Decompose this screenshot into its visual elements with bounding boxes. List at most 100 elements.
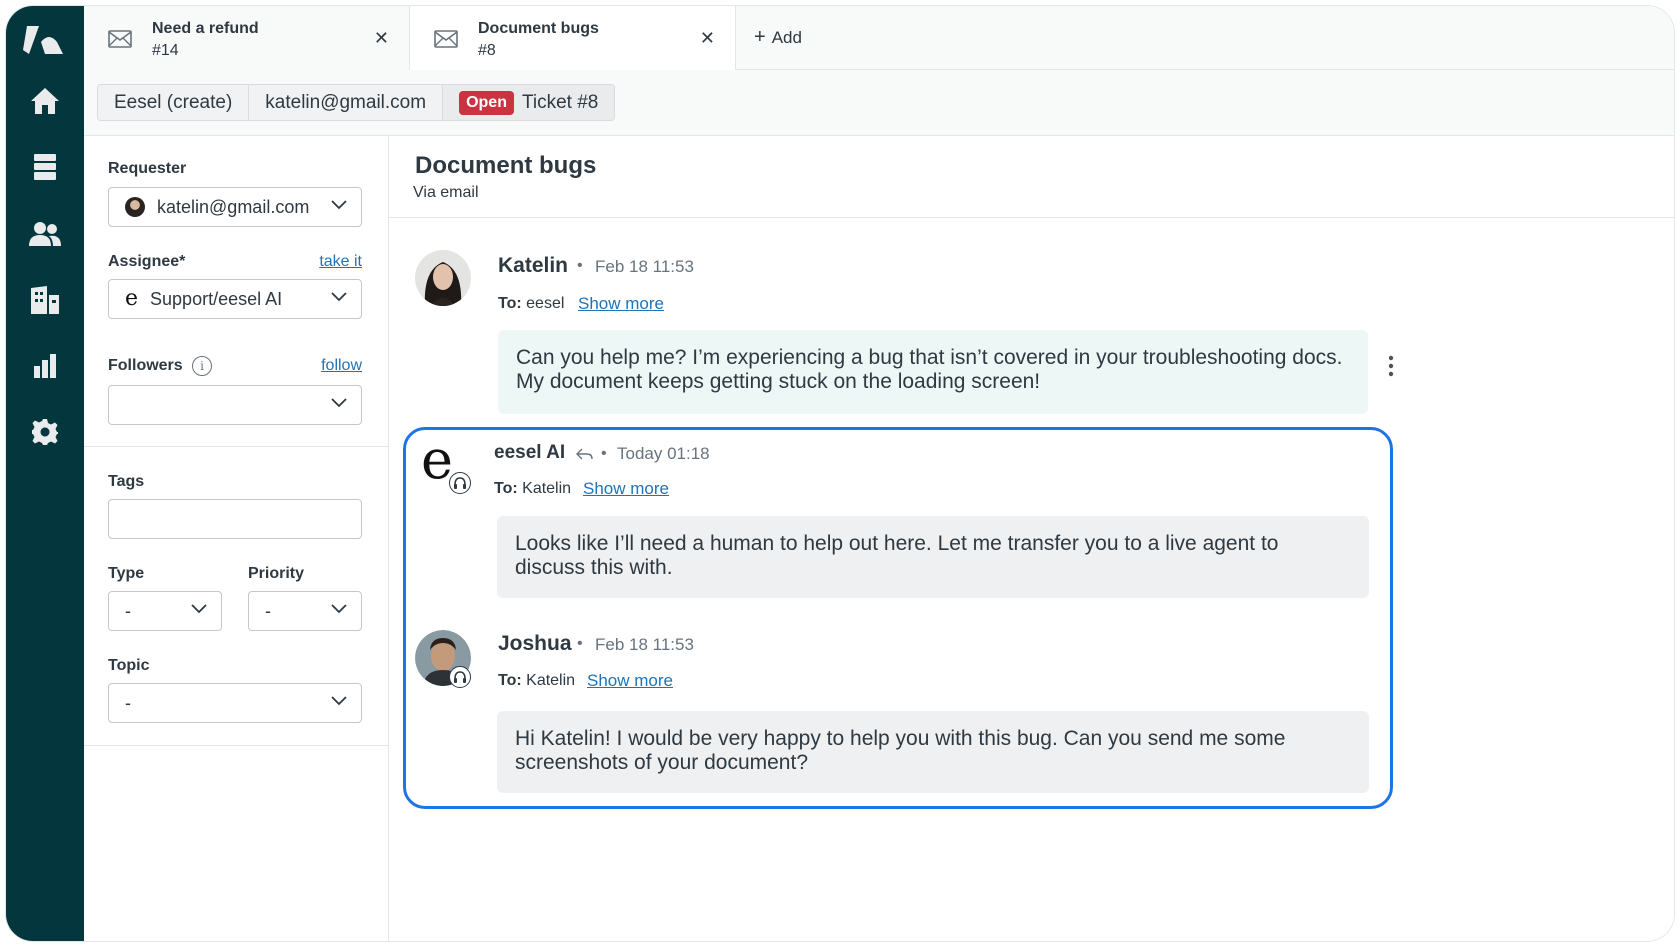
type-label: Type <box>108 565 145 582</box>
take-it-link[interactable]: take it <box>319 253 362 271</box>
nav-organizations[interactable] <box>6 280 84 320</box>
message-author: Katelin <box>498 254 569 277</box>
nav-settings[interactable] <box>6 412 84 452</box>
show-more-link[interactable]: Show more <box>587 671 673 691</box>
tab-number: #14 <box>152 42 179 59</box>
tab-bar: Need a refund #14 ✕ Document bugs #8 ✕ +… <box>84 6 1674 71</box>
topic-select[interactable]: - <box>108 683 362 723</box>
type-value: - <box>125 600 131 621</box>
chevron-down-icon <box>331 696 347 706</box>
add-tab-label: Add <box>771 28 802 47</box>
requester-value: katelin@gmail.com <box>157 196 310 217</box>
tab-number: #8 <box>478 42 496 59</box>
assignee-value: Support/eesel AI <box>150 288 283 309</box>
priority-label: Priority <box>248 565 305 582</box>
kebab-icon[interactable] <box>1388 355 1394 377</box>
assignee-label: Assignee* <box>108 253 186 270</box>
ticket-subject: Document bugs <box>415 152 597 179</box>
breadcrumb: Eesel (create) katelin@gmail.com Open Ti… <box>97 84 616 121</box>
mail-icon <box>434 30 458 48</box>
topic-label: Topic <box>108 657 150 674</box>
assignee-select[interactable]: e Support/eesel AI <box>108 279 362 319</box>
priority-value: - <box>265 600 271 621</box>
logo-icon[interactable] <box>23 26 63 58</box>
nav-rail <box>6 6 84 941</box>
type-select[interactable]: - <box>108 591 222 631</box>
recipient-name: Katelin <box>522 480 572 497</box>
message-body: Looks like I’ll need a human to help out… <box>497 516 1369 598</box>
priority-select[interactable]: - <box>248 591 362 631</box>
avatar[interactable] <box>415 250 471 306</box>
message-recipient: To: Katelin <box>494 480 571 498</box>
chevron-down-icon <box>331 292 347 302</box>
reporting-icon <box>34 354 56 378</box>
message-time: Feb 18 11:53 <box>595 635 694 654</box>
breadcrumb-requester[interactable]: katelin@gmail.com <box>249 85 444 120</box>
tags-label: Tags <box>108 473 145 490</box>
close-icon[interactable]: ✕ <box>700 28 715 49</box>
divider <box>389 217 1674 218</box>
recipient-name: Katelin <box>526 672 576 689</box>
show-more-link[interactable]: Show more <box>578 294 664 314</box>
topic-value: - <box>125 692 131 713</box>
breadcrumb-ticket[interactable]: Open Ticket #8 <box>443 85 615 120</box>
separator-dot: • <box>577 635 583 652</box>
avatar <box>125 197 145 217</box>
ticket-channel: Via email <box>413 184 479 201</box>
to-label: To: <box>494 480 518 497</box>
follow-link[interactable]: follow <box>321 357 362 375</box>
app-window: Need a refund #14 ✕ Document bugs #8 ✕ +… <box>5 5 1675 942</box>
message-recipient: To: Katelin <box>498 672 575 690</box>
nav-views[interactable] <box>6 147 84 187</box>
headset-icon <box>449 666 471 688</box>
close-icon[interactable]: ✕ <box>374 28 389 49</box>
add-tab-button[interactable]: + Add <box>754 26 802 49</box>
breadcrumb-org[interactable]: Eesel (create) <box>98 85 250 120</box>
chevron-down-icon <box>331 200 347 210</box>
show-more-link[interactable]: Show more <box>583 479 669 499</box>
ticket-properties-panel: Requester katelin@gmail.com Assignee* ta… <box>84 136 389 941</box>
settings-icon <box>32 419 58 445</box>
message-author: eesel AI <box>494 442 566 463</box>
avatar[interactable] <box>415 630 471 688</box>
tags-input[interactable] <box>108 499 362 539</box>
tab-ticket-8[interactable]: Document bugs #8 ✕ <box>410 6 736 71</box>
avatar[interactable]: e <box>419 428 475 496</box>
plus-icon: + <box>754 26 766 48</box>
organizations-icon <box>31 286 59 314</box>
breadcrumb-ticket-label: Ticket #8 <box>521 91 599 113</box>
message-time: Today 01:18 <box>617 444 710 463</box>
status-badge: Open <box>459 90 514 115</box>
info-icon[interactable]: i <box>192 356 212 376</box>
views-icon <box>34 154 56 180</box>
requester-label: Requester <box>108 160 187 177</box>
followers-label: Followers <box>108 357 183 374</box>
divider <box>84 446 389 447</box>
chevron-down-icon <box>191 604 207 614</box>
headset-icon <box>449 472 471 494</box>
followers-select[interactable] <box>108 385 362 425</box>
chevron-down-icon <box>331 398 347 408</box>
divider <box>84 745 389 746</box>
tab-ticket-14[interactable]: Need a refund #14 ✕ <box>84 6 410 70</box>
nav-reporting[interactable] <box>6 346 84 386</box>
separator-dot: • <box>577 257 583 274</box>
message-recipient: To: eesel <box>498 295 564 313</box>
nav-home[interactable] <box>6 81 84 121</box>
conversation-panel: Document bugs Via email Katelin • Feb 18… <box>389 136 1674 941</box>
to-label: To: <box>498 672 522 689</box>
mail-icon <box>108 30 132 48</box>
recipient-name: eesel <box>526 295 565 312</box>
message-time: Feb 18 11:53 <box>595 257 694 276</box>
tab-title: Need a refund <box>152 20 259 37</box>
reply-icon <box>576 448 593 460</box>
requester-select[interactable]: katelin@gmail.com <box>108 187 362 227</box>
nav-customers[interactable] <box>6 214 84 254</box>
breadcrumb-bar: Eesel (create) katelin@gmail.com Open Ti… <box>84 70 1674 136</box>
message-author: Joshua <box>498 632 572 655</box>
chevron-down-icon <box>331 604 347 614</box>
home-icon <box>31 88 59 114</box>
to-label: To: <box>498 295 522 312</box>
user-photo-katelin <box>415 250 471 306</box>
customers-icon <box>29 222 61 246</box>
